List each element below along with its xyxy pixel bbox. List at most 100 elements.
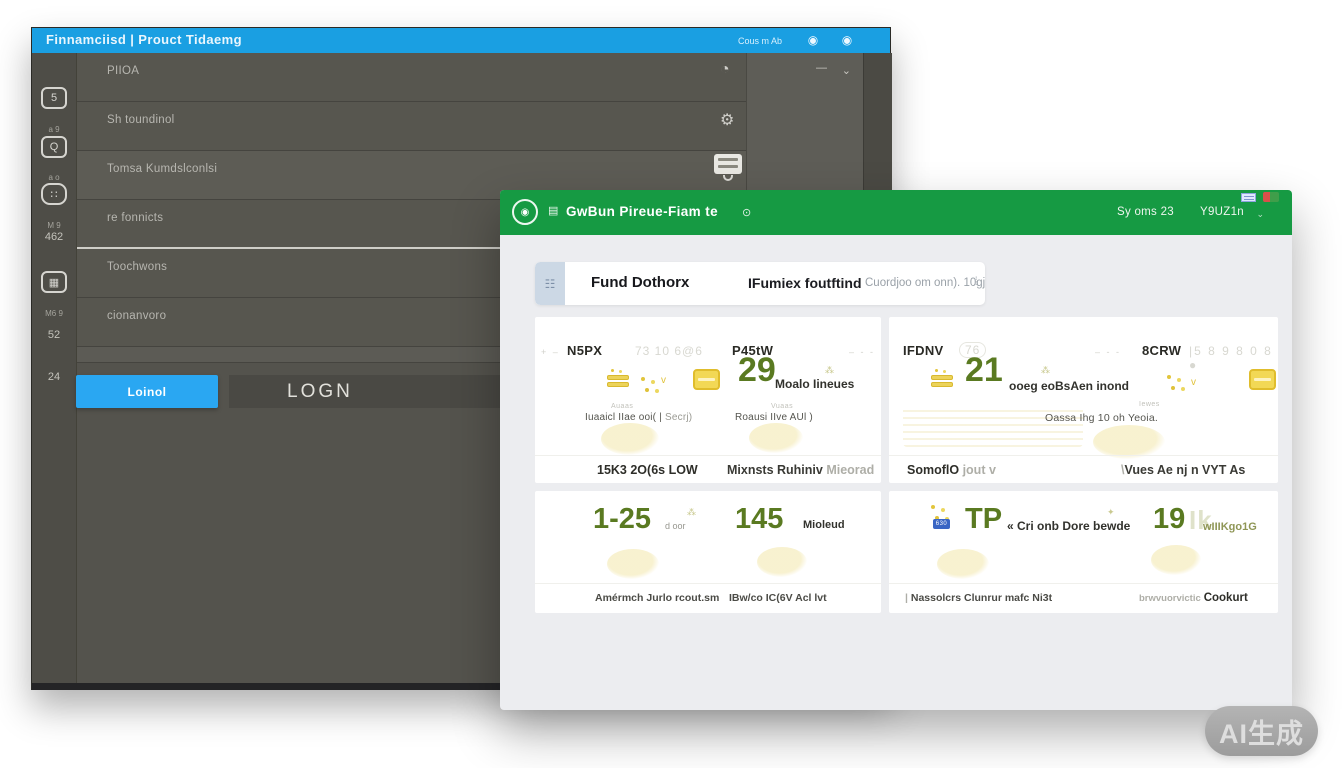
clock-icon[interactable]: ◔ [720,61,730,79]
group-badge: |5 8 9 8 0 8 ● [1189,344,1278,372]
stats-card-top-right: IFDNV 76 – - - 8CRW |5 8 9 8 0 8 ● 21 oo… [889,317,1278,483]
watermark-label: AI生成 [1219,712,1304,751]
stat-footer-row: SomoflO jout v \Vues Ae nj n VYT As [889,455,1278,483]
account-icon[interactable]: ◉ [840,33,854,47]
sidebar-calendar-icon[interactable]: ▦ [41,271,67,293]
avatar: ☷ [535,262,565,305]
sparkle-icon [641,377,645,381]
field-row-2[interactable]: Sh toundinol [77,102,746,151]
footer-label: | Nassolcrs Clunrur mafc Ni3t [905,592,1052,604]
stat-label: ooeg eoBsAen inond [1009,379,1129,393]
sidebar-caption: 52 [48,329,60,341]
login-button-primary[interactable]: Loinol [76,375,218,408]
field-label: PIIOA [77,53,746,77]
stats-panel: + – N5PX 73 10 6@6 P45tW – - - v 29 Moal… [535,317,1278,613]
fund-card-subtitle: IFumiex foutftind [748,275,862,291]
sidebar-caption: a 9 [48,125,59,134]
stat-footer-row: Amérmch Jurlo rcout.sm IBw/co IC(6V Acl … [535,583,881,613]
footer-label: IBw/co IC(6V Acl lvt [729,592,827,604]
front-titlebar[interactable]: ◉ ▤ GwBun Pireue-Fiam te ⊙ Sy oms 23 Y9U… [500,190,1292,235]
fund-card-title: Fund Dothorx [591,274,689,291]
fund-card-hint: Cuordjoo om onn). 10gjv. [865,277,985,289]
stat-suffix: d oor [665,521,686,531]
front-window-title: GwBun Pireue-Fiam te [566,204,718,219]
sparkle-icon [1167,375,1171,379]
sidebar-gamepad-icon[interactable]: ∷ [41,183,67,205]
caret-icon: v [661,375,666,386]
chevron-down-icon[interactable]: ⌄ [842,64,851,77]
dash-decoration: – - - [1095,347,1121,357]
stats-left-half: + – N5PX 73 10 6@6 P45tW – - - v 29 Moal… [535,317,881,613]
stat-footer-row: 15K3 2O(6s LOW Mixnsts Ruhiniv Mieorad [535,455,881,483]
stat-value: 145 [735,505,783,534]
dash-decoration: + – [541,347,560,357]
badge-grid-icon [1241,193,1256,202]
blue-chip-badge: 630 [933,519,950,529]
sidebar-caption: 462 [45,231,63,243]
stats-right-half: IFDNV 76 – - - 8CRW |5 8 9 8 0 8 ● 21 oo… [889,317,1278,613]
desktop: Finnamciisd | Prouct Tidaemg Cous m Ab ◉… [0,0,1344,768]
stat-label: wIIIKgo1G [1203,521,1257,533]
coins-icon [931,375,953,392]
stat-label: Moalo Iineues [775,377,854,391]
footer-label: Mixnsts Ruhiniv Mieorad [727,463,874,477]
sparkle-icon [931,505,935,509]
ai-generated-watermark: AI生成 [1205,706,1318,756]
drag-handle-icon[interactable]: ⁞ [975,274,978,288]
stat-value: 21 [965,353,1003,387]
sketch-icon [937,549,989,579]
yellow-card-icon [1249,369,1276,390]
minimize-icon[interactable]: — [816,62,827,74]
chevron-down-icon[interactable]: ⌄ [1256,209,1264,220]
document-icon[interactable]: ▤ [548,204,558,217]
sub-label: Roausi IIve AUl ) [735,412,813,423]
sketch-icon [601,423,659,455]
field-row-1[interactable]: PIIOA [77,53,746,102]
titlebar-status-text[interactable]: Sy oms 23 [1117,206,1174,218]
asterism-mark: ⁂ [825,365,834,376]
stat-label: « Cri onb Dore bewde [1007,519,1130,533]
group-title: IFDNV [903,343,944,358]
asterism-mark: ⁂ [687,507,696,518]
back-window-title: Finnamciisd | Prouct Tidaemg [46,32,242,47]
dash-decoration: – - - [849,347,875,357]
stat-value: 29 [738,353,776,387]
sub-label: Oassa Ihg 10 oh Yeoia. [1045,412,1158,424]
sketch-icon [607,549,659,579]
sidebar-doc-icon[interactable]: 5 [41,87,67,109]
stat-label: Mioleud [803,519,845,531]
field-label: Sh toundinol [77,102,746,126]
titlebar-user-menu[interactable]: Y9UZ1n [1200,206,1244,218]
info-icon[interactable]: ⊙ [742,206,751,219]
sketch-icon [757,547,807,577]
stats-card-top-left: + – N5PX 73 10 6@6 P45tW – - - v 29 Moal… [535,317,881,483]
tiny-caption: Auaas [611,403,633,410]
tiny-caption: Vuaas [771,403,793,410]
footer-label: \Vues Ae nj n VYT As [1121,463,1245,477]
back-titlebar[interactable]: Finnamciisd | Prouct Tidaemg Cous m Ab ◉… [32,28,890,53]
coins-icon [607,375,629,392]
sidebar-caption: M 9 [47,221,60,230]
group-title: 8CRW [1142,343,1181,358]
stats-card-bottom-left: 1-25 d oor ⁂ 145 Mioleud Amérmch Jurlo r… [535,491,881,613]
sketch-icon [1151,545,1201,575]
asterism-mark: ⁂ [1041,365,1050,376]
camera-icon[interactable]: ◉ [806,33,820,47]
fund-search-card[interactable]: ☷ Fund Dothorx IFumiex foutftind Cuordjo… [535,262,985,305]
titlebar-shortcut-text: Cous m Ab [738,36,782,46]
gear-icon[interactable]: ⚙ [720,110,734,130]
footer-label: SomoflO jout v [907,463,996,477]
caret-icon: v [1191,377,1196,388]
tiny-caption: Iewes [1139,401,1160,408]
footer-label: brwvuorvictic Cookurt [1139,592,1248,604]
sub-label: Iuaaicl IIae ooi( | Secrj) [585,412,692,423]
sidebar-search-icon[interactable]: Q [41,136,67,158]
app-logo-icon: ◉ [512,199,538,225]
field-label: Tomsa Kumdslconlsi [77,151,746,175]
sketch-icon [1093,425,1165,459]
group-title: N5PX [567,343,602,358]
sparkle-mark: ✦ [1107,507,1115,518]
stat-footer-row: | Nassolcrs Clunrur mafc Ni3t brwvuorvic… [889,583,1278,613]
stat-value: 1-25 [593,505,651,534]
keypad-icon[interactable] [714,154,742,174]
